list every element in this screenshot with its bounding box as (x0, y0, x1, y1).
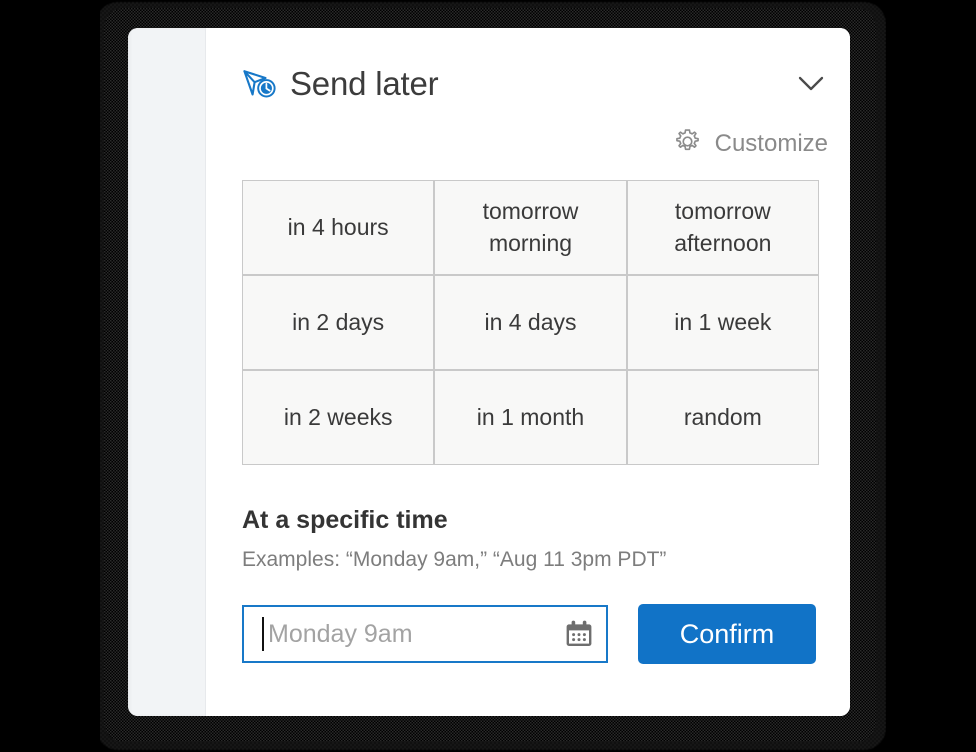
panel-header: Send later (242, 56, 828, 112)
quick-options-grid: in 4 hours tomorrow morning tomorrow aft… (242, 180, 819, 465)
quick-option-random[interactable]: random (627, 371, 819, 465)
specific-time-heading: At a specific time (242, 506, 448, 534)
specific-time-row: Monday 9am Confirm (242, 604, 816, 664)
confirm-button[interactable]: Confirm (638, 604, 816, 664)
calendar-icon[interactable] (564, 619, 594, 649)
gear-icon (672, 126, 703, 162)
left-rail (128, 28, 206, 716)
chevron-down-icon[interactable] (794, 67, 828, 101)
send-later-panel: Send later Customize in 4 hours tomorrow… (128, 28, 850, 716)
quick-option-in-2-days[interactable]: in 2 days (243, 276, 435, 370)
quick-option-tomorrow-afternoon[interactable]: tomorrow afternoon (627, 181, 819, 275)
screen: Send later Customize in 4 hours tomorrow… (0, 0, 976, 752)
specific-time-examples: Examples: “Monday 9am,” “Aug 11 3pm PDT” (242, 548, 667, 571)
specific-time-input[interactable]: Monday 9am (242, 605, 608, 663)
customize-label: Customize (714, 130, 828, 157)
quick-option-in-4-days[interactable]: in 4 days (435, 276, 627, 370)
quick-option-in-2-weeks[interactable]: in 2 weeks (243, 371, 435, 465)
send-later-icon (242, 67, 278, 101)
customize-button[interactable]: Customize (672, 126, 828, 162)
quick-option-in-4-hours[interactable]: in 4 hours (243, 181, 435, 275)
page-title: Send later (290, 65, 439, 102)
quick-option-tomorrow-morning[interactable]: tomorrow morning (435, 181, 627, 275)
quick-option-in-1-week[interactable]: in 1 week (627, 276, 819, 370)
quick-option-in-1-month[interactable]: in 1 month (435, 371, 627, 465)
text-caret (262, 617, 264, 651)
specific-time-placeholder: Monday 9am (268, 619, 413, 648)
black-band-left (0, 0, 100, 752)
black-band-right (886, 0, 976, 752)
panel-content: Send later Customize in 4 hours tomorrow… (206, 28, 850, 716)
